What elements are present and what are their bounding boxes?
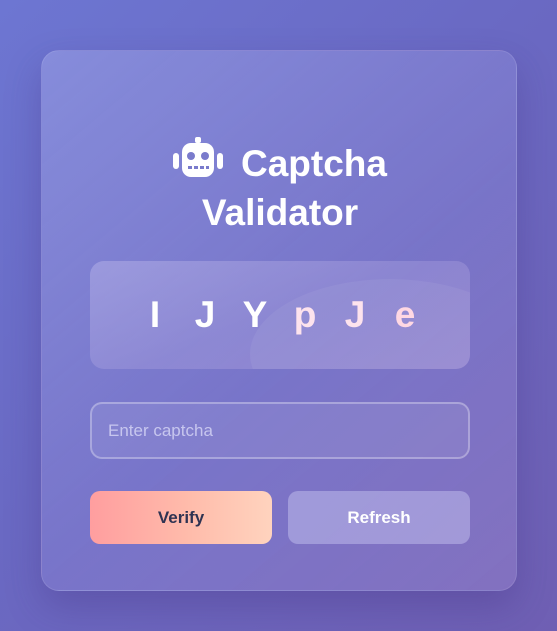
- refresh-button[interactable]: Refresh: [288, 491, 470, 544]
- captcha-card: Captcha Validator IJYpJe Verify Refresh: [41, 50, 517, 591]
- verify-button[interactable]: Verify: [90, 491, 272, 544]
- captcha-input[interactable]: [90, 402, 470, 459]
- captcha-char: Y: [242, 294, 268, 335]
- robot-icon: [173, 137, 223, 190]
- page-title: Captcha Validator: [42, 137, 518, 236]
- title-line-1: Captcha: [42, 137, 518, 190]
- captcha-char: J: [344, 294, 366, 335]
- captcha-char: p: [293, 294, 317, 335]
- captcha-char: J: [194, 294, 216, 335]
- title-text-1: Captcha: [241, 143, 387, 184]
- captcha-char: e: [394, 294, 416, 335]
- captcha-char: I: [149, 294, 161, 335]
- captcha-chars: IJYpJe: [90, 293, 470, 337]
- title-line-2: Validator: [201, 192, 359, 233]
- captcha-display: IJYpJe: [90, 261, 470, 369]
